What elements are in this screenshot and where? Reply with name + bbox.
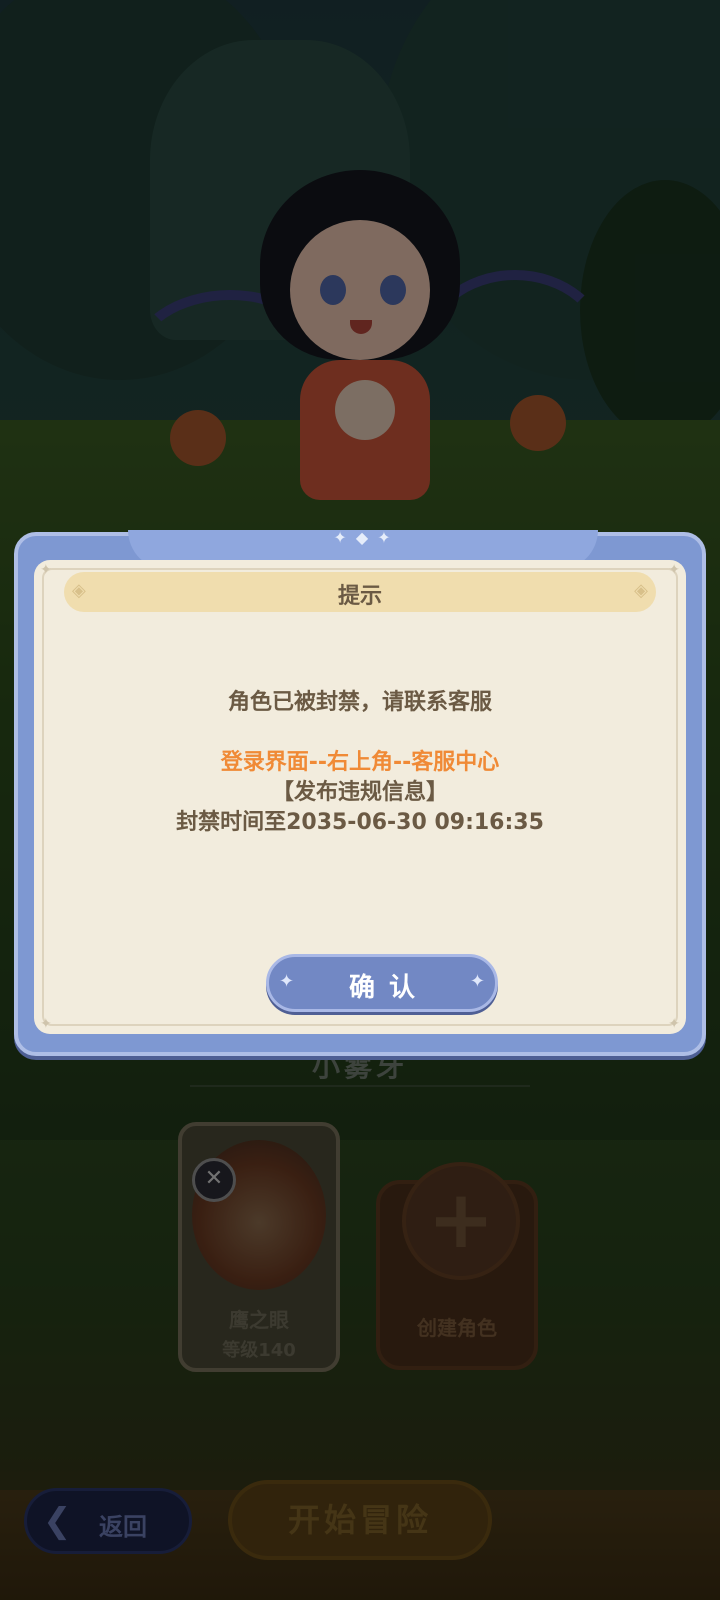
dialog-panel: ✦ ✦ ✦ ✦ ◈ 提示 ◈ 角色已被封禁，请联系客服 登录界面--右上角--客… [34, 560, 686, 1034]
corner-sparkle-icon: ✦ [40, 562, 52, 578]
ban-notice-dialog: ✦ ◆ ✦ ✦ ✦ ✦ ✦ ◈ 提示 ◈ 角色已被封禁，请联系客服 登录界面--… [14, 528, 706, 1056]
support-path-message: 登录界面--右上角--客服中心 [220, 750, 500, 775]
ban-message: 角色已被封禁，请联系客服 [227, 690, 492, 715]
ban-reason: 【发布违规信息】 [271, 780, 448, 805]
dialog-title: 提示 [337, 584, 382, 609]
diamond-icon: ◈ [634, 580, 648, 601]
corner-sparkle-icon: ✦ [40, 1016, 52, 1032]
dialog-title-bar: ◈ 提示 ◈ [64, 572, 656, 612]
sparkle-diamond-icon: ✦ ◆ ✦ [333, 528, 393, 547]
confirm-button-label: 确认 [348, 973, 429, 1003]
corner-sparkle-icon: ✦ [668, 562, 680, 578]
sparkle-icon: ✦ [469, 971, 485, 992]
corner-sparkle-icon: ✦ [668, 1016, 680, 1032]
ban-until-time: 封禁时间至2035-06-30 09:16:35 [176, 810, 544, 835]
confirm-button[interactable]: ✦ 确认 ✦ [266, 954, 498, 1012]
